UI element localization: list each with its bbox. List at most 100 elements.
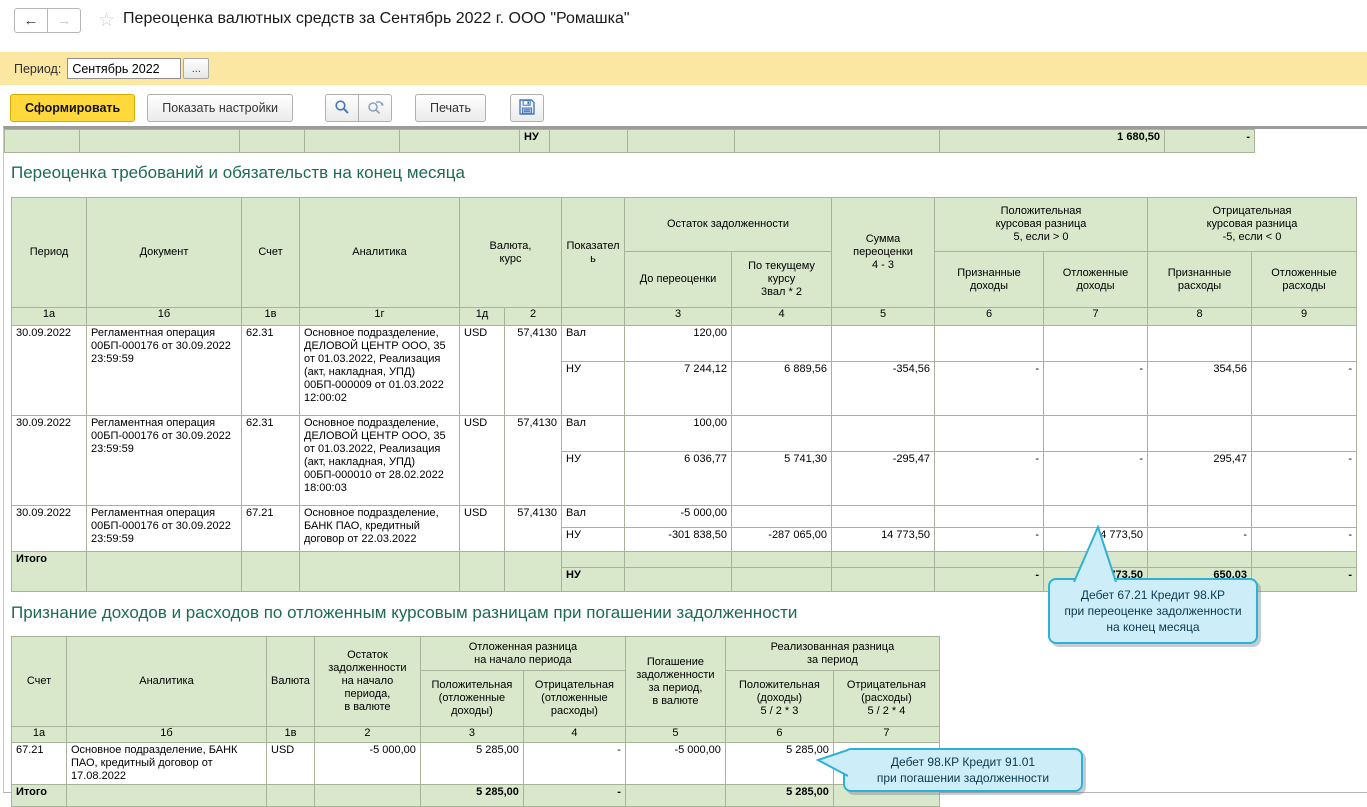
revaluation-table: Период Документ Счет Аналитика Валюта, к…: [11, 197, 1357, 592]
indicator-cell: Вал: [562, 326, 625, 362]
period-cell: 30.09.2022: [12, 326, 87, 416]
value-cell: 354,56: [1148, 362, 1252, 416]
find-next-button[interactable]: [358, 94, 392, 122]
table-row: 30.09.2022 Регламентная операция 00БП-00…: [12, 326, 1357, 362]
currency-cell: USD: [460, 416, 505, 506]
column-numbers-row: 1а 1б 1в 2 3 4 5 6 7: [12, 727, 940, 743]
period-more-button[interactable]: ...: [183, 58, 209, 79]
period-bar: Период: ...: [0, 52, 1367, 85]
back-button[interactable]: ←: [14, 8, 48, 33]
report-area: НУ 1 680,50 - Переоценка требований и об…: [3, 126, 1367, 793]
callout-repayment-text: Дебет 98.КР Кредит 91.01 при погашении з…: [869, 748, 1057, 792]
show-settings-button[interactable]: Показать настройки: [147, 94, 293, 122]
account-cell: 67.21: [242, 506, 300, 552]
value-cell: -5 000,00: [625, 743, 725, 785]
total-label-cell: Итого: [12, 785, 67, 807]
value-cell: -: [1044, 452, 1148, 506]
value-cell: -: [1252, 452, 1357, 506]
account-cell: 62.31: [242, 416, 300, 506]
col-header-analytics: Аналитика: [300, 198, 460, 308]
value-cell: -5 000,00: [314, 743, 420, 785]
title-bar: ← → ☆ Переоценка валютных средств за Сен…: [0, 0, 1367, 52]
amount-cell: 1 680,50: [940, 130, 1165, 153]
col-header-negative-diff: Отрицательная курсовая разница -5, если …: [1148, 198, 1357, 252]
value-cell: 5 285,00: [420, 743, 523, 785]
recognition-table: Счет Аналитика Валюта Остаток задолженно…: [11, 636, 940, 807]
rate-cell: 57,4130: [505, 506, 562, 552]
column-numbers-row: 1а 1б 1в 1г 1д 2 3 4 5 6 7 8 9: [12, 308, 1357, 326]
section1-title: Переоценка требований и обязательств на …: [11, 160, 1367, 186]
indicator-cell: НУ: [562, 568, 625, 592]
analytics-cell: Основное подразделение, БАНК ПАО, кредит…: [300, 506, 460, 552]
forward-arrow-icon: →: [57, 12, 72, 29]
table-row: 30.09.2022 Регламентная операция 00БП-00…: [12, 416, 1357, 452]
indicator-cell: Вал: [562, 506, 625, 528]
callout-revaluation-text: Дебет 67.21 Кредит 98.КР при переоценке …: [1056, 581, 1249, 641]
col-header-document: Документ: [87, 198, 242, 308]
value-cell: -: [935, 362, 1044, 416]
analytics-cell: Основное подразделение, ДЕЛОВОЙ ЦЕНТР ОО…: [300, 326, 460, 416]
total-row: Итого 5 285,00 - 5 285,00: [12, 785, 940, 807]
print-button[interactable]: Печать: [415, 94, 486, 122]
col-header-period: Период: [12, 198, 87, 308]
value-cell: 120,00: [625, 326, 732, 362]
document-cell: Регламентная операция 00БП-000176 от 30.…: [87, 506, 242, 552]
col-header-currency: Валюта: [267, 637, 315, 727]
total-value-cell: 5 285,00: [725, 785, 833, 807]
period-cell: 30.09.2022: [12, 416, 87, 506]
callout-repayment: Дебет 98.КР Кредит 91.01 при погашении з…: [843, 748, 1083, 792]
col-header-recognized-income: Признанные доходы: [935, 252, 1044, 308]
generate-button[interactable]: Сформировать: [10, 94, 135, 122]
value-cell: 295,47: [1148, 452, 1252, 506]
col-header-indicator: Показатель: [562, 198, 625, 308]
value-cell: -: [1044, 362, 1148, 416]
document-cell: Регламентная операция 00БП-000176 от 30.…: [87, 416, 242, 506]
save-button[interactable]: [510, 94, 544, 122]
value-cell: 100,00: [625, 416, 732, 452]
save-icon: [518, 98, 536, 119]
total-label-cell: Итого: [12, 552, 87, 592]
value-cell: -: [935, 528, 1044, 552]
favorite-star-icon[interactable]: ☆: [98, 9, 115, 32]
col-header-deferred-positive: Положительная (отложенные доходы): [420, 671, 523, 727]
value-cell: 7 244,12: [625, 362, 732, 416]
total-value-cell: -: [935, 568, 1044, 592]
callout-arrow-left: [816, 748, 848, 778]
search-button[interactable]: [325, 94, 359, 122]
value-cell: 6 036,77: [625, 452, 732, 506]
col-header-opening-balance: Остаток задолженности на начало периода,…: [314, 637, 420, 727]
currency-cell: USD: [460, 506, 505, 552]
document-cell: Регламентная операция 00БП-000176 от 30.…: [87, 326, 242, 416]
analytics-cell: Основное подразделение, БАНК ПАО, кредит…: [67, 743, 267, 785]
col-header-analytics: Аналитика: [67, 637, 267, 727]
col-header-repayment: Погашение задолженности за период, в вал…: [625, 637, 725, 727]
rate-cell: 57,4130: [505, 326, 562, 416]
value-cell: -: [1252, 528, 1357, 552]
period-label: Период:: [14, 62, 61, 76]
value-cell: -: [523, 743, 625, 785]
value-cell: -: [935, 452, 1044, 506]
forward-button[interactable]: →: [47, 8, 81, 33]
table-row: НУ 1 680,50 -: [5, 130, 1255, 153]
indicator-cell: Вал: [562, 416, 625, 452]
period-cell: 30.09.2022: [12, 506, 87, 552]
back-arrow-icon: ←: [24, 12, 39, 29]
analytics-cell: Основное подразделение, ДЕЛОВОЙ ЦЕНТР ОО…: [300, 416, 460, 506]
nav-buttons: ← →: [14, 8, 81, 33]
col-header-account: Счет: [242, 198, 300, 308]
value-cell: -301 838,50: [625, 528, 732, 552]
value-cell: 6 889,56: [732, 362, 832, 416]
toolbar: Сформировать Показать настройки Печать: [10, 94, 1367, 122]
currency-cell: USD: [267, 743, 315, 785]
col-header-debt-balance: Остаток задолженности: [625, 198, 832, 252]
period-input[interactable]: [67, 58, 181, 79]
col-header-currency-rate: Валюта, курс: [460, 198, 562, 308]
value-cell: 5 741,30: [732, 452, 832, 506]
indicator-cell: НУ: [520, 130, 550, 153]
col-header-revaluation-amount: Сумма переоценки 4 - 3: [832, 198, 935, 308]
value-cell: -295,47: [832, 452, 935, 506]
col-header-positive-diff: Положительная курсовая разница 5, если >…: [935, 198, 1148, 252]
rate-cell: 57,4130: [505, 416, 562, 506]
col-header-realized-negative: Отрицательная (расходы) 5 / 2 * 4: [833, 671, 939, 727]
header-row: Период Документ Счет Аналитика Валюта, к…: [12, 198, 1357, 252]
